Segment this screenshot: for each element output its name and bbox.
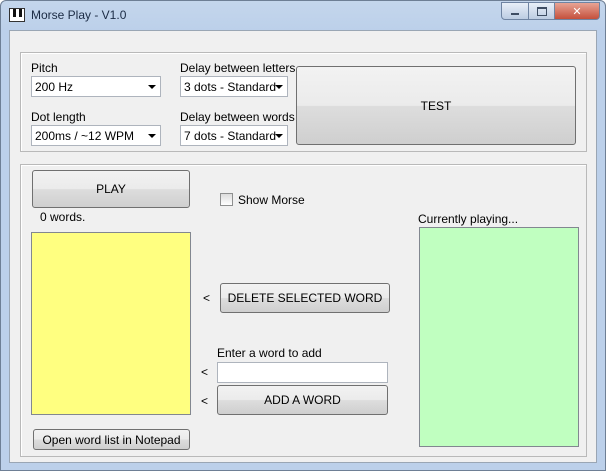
app-window: Morse Play - V1.0 ✕ Pitch 200 Hz Dot len… [0,0,606,471]
dot-length-select[interactable]: 200ms / ~12 WPM [31,125,161,146]
delay-letters-value: 3 dots - Standard [184,80,277,94]
chevron-down-icon [148,134,156,138]
delete-word-button[interactable]: DELETE SELECTED WORD [220,283,390,313]
show-morse-checkbox[interactable] [220,193,233,206]
add-word-button[interactable]: ADD A WORD [217,385,388,415]
delay-words-value: 7 dots - Standard [184,129,277,143]
close-button[interactable]: ✕ [555,2,600,20]
word-list[interactable] [31,232,191,415]
minimize-button[interactable] [501,2,529,20]
chevron-down-icon [275,85,283,89]
window-title: Morse Play - V1.0 [31,8,127,22]
word-count: 0 words. [40,210,86,224]
add-arrow: < [201,394,209,408]
pitch-value: 200 Hz [35,80,74,94]
currently-playing-box [419,227,579,447]
title-bar[interactable]: Morse Play - V1.0 ✕ [1,1,605,29]
delay-letters-label: Delay between letters [180,61,296,75]
pitch-select[interactable]: 200 Hz [31,76,161,97]
currently-playing-label: Currently playing... [418,212,519,226]
close-icon: ✕ [572,5,582,18]
open-notepad-button[interactable]: Open word list in Notepad [33,429,190,450]
delete-arrow: < [203,291,211,305]
play-button-label: PLAY [96,182,126,196]
word-input[interactable] [217,362,388,383]
client-area: Pitch 200 Hz Dot length 200ms / ~12 WPM … [9,30,597,463]
delay-words-label: Delay between words [180,110,295,124]
delete-word-button-label: DELETE SELECTED WORD [227,291,383,305]
enter-word-arrow: < [201,365,209,379]
enter-word-label: Enter a word to add [217,346,322,360]
maximize-icon [536,6,547,16]
chevron-down-icon [148,85,156,89]
minimize-icon [511,13,519,15]
piano-icon [9,8,25,22]
test-button[interactable]: TEST [296,66,576,145]
open-notepad-button-label: Open word list in Notepad [42,432,181,447]
dot-length-label: Dot length [31,110,86,124]
delay-letters-select[interactable]: 3 dots - Standard [180,76,288,97]
show-morse-label[interactable]: Show Morse [238,193,305,207]
pitch-label: Pitch [31,61,58,75]
caption-buttons: ✕ [501,2,600,20]
maximize-button[interactable] [529,2,555,20]
play-button[interactable]: PLAY [32,170,190,208]
chevron-down-icon [275,134,283,138]
delay-words-select[interactable]: 7 dots - Standard [180,125,288,146]
add-word-button-label: ADD A WORD [264,393,341,407]
test-button-label: TEST [420,98,452,113]
dot-length-value: 200ms / ~12 WPM [35,129,135,143]
